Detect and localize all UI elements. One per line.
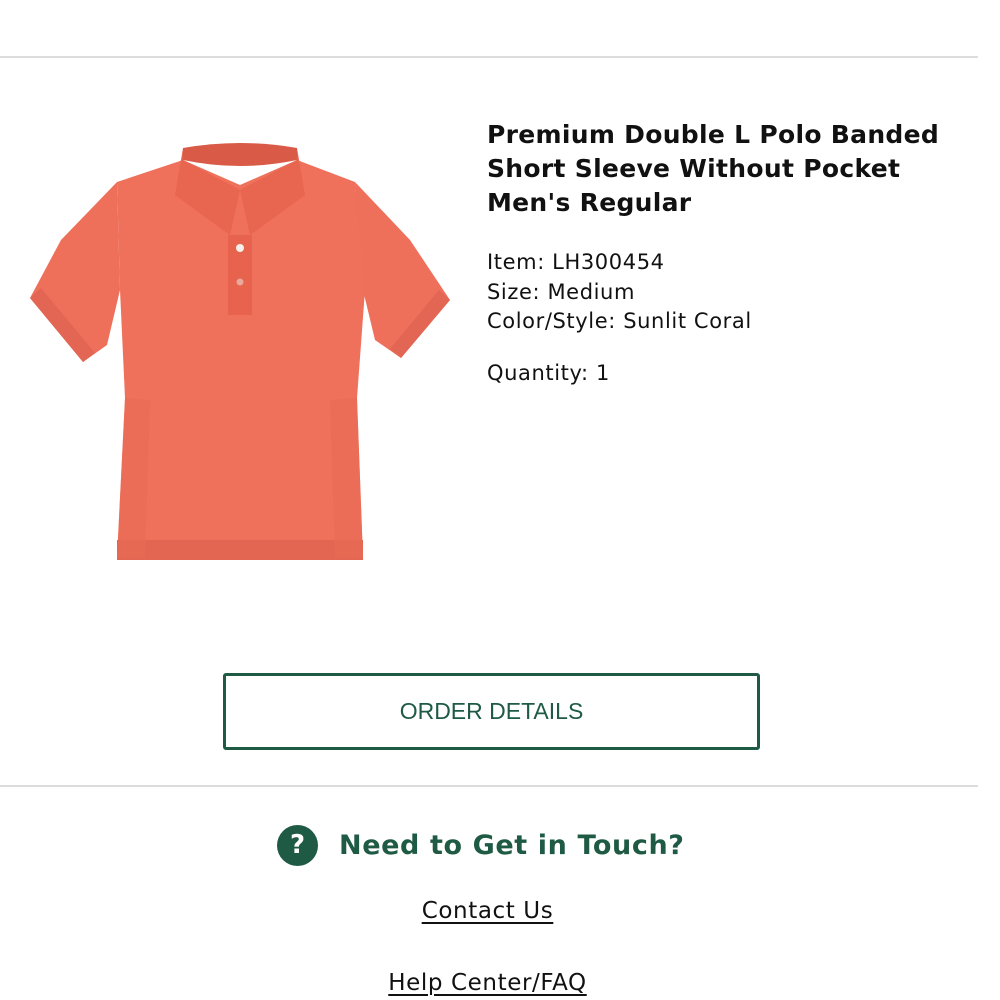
polo-collar-back xyxy=(183,143,297,166)
help-center-row: Help Center/FAQ xyxy=(0,970,975,996)
product-title[interactable]: Premium Double L Polo Banded Short Sleev… xyxy=(487,118,967,220)
help-center-link[interactable]: Help Center/FAQ xyxy=(388,970,586,996)
item-quantity: Quantity: 1 xyxy=(487,360,610,385)
item-number: Item: LH300454 xyxy=(487,250,665,274)
item-size: Size: Medium xyxy=(487,279,636,304)
product-attributes: Item: LH300454 Size: Medium Color/Style:… xyxy=(487,248,967,337)
contact-us-row: Contact Us xyxy=(0,898,975,924)
question-circle-icon: ? xyxy=(277,824,318,866)
polo-right-sleeve xyxy=(355,182,450,358)
polo-button-1 xyxy=(236,244,244,252)
top-divider xyxy=(0,56,978,58)
product-info: Premium Double L Polo Banded Short Sleev… xyxy=(487,118,967,388)
polo-hem xyxy=(117,540,363,560)
get-in-touch-title: Need to Get in Touch? xyxy=(339,829,685,861)
contact-us-link[interactable]: Contact Us xyxy=(422,898,554,924)
product-image[interactable] xyxy=(25,140,455,570)
get-in-touch-heading: ? Need to Get in Touch? xyxy=(277,824,685,866)
order-details-button[interactable]: ORDER DETAILS xyxy=(223,673,760,750)
section-divider xyxy=(0,785,978,787)
polo-button-2 xyxy=(236,278,244,286)
item-color-style: Color/Style: Sunlit Coral xyxy=(487,309,752,333)
polo-body xyxy=(117,160,365,558)
